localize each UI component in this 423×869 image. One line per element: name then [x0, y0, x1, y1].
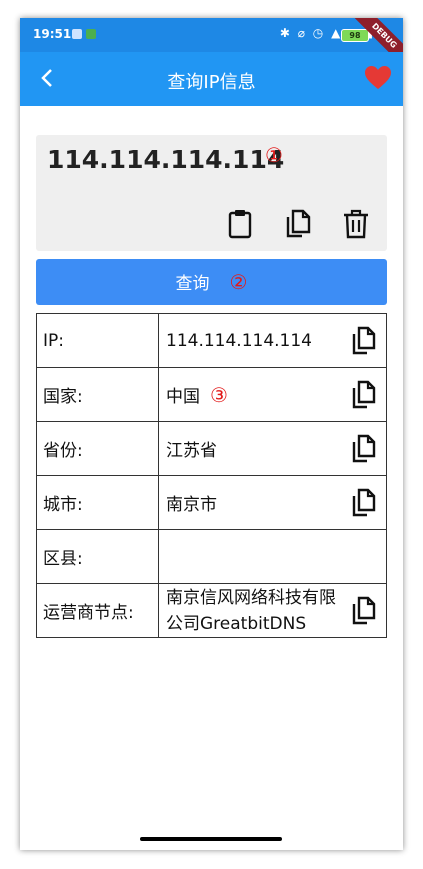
- row-value: 南京信风网络科技有限公司GreatbitDNS: [158, 583, 387, 638]
- row-value: 江苏省: [158, 421, 387, 476]
- annotation-3: ③: [210, 383, 228, 407]
- heart-icon[interactable]: [365, 66, 391, 90]
- trash-icon[interactable]: [339, 207, 373, 241]
- row-value: [158, 529, 387, 584]
- home-indicator[interactable]: [140, 837, 282, 841]
- app-bar: 查询IP信息: [20, 52, 403, 106]
- table-row: 省份: 江苏省: [36, 421, 387, 476]
- page-title: 查询IP信息: [167, 72, 256, 93]
- battery-icon: 98: [341, 29, 369, 42]
- query-button-label: 查询: [175, 274, 210, 294]
- copy-icon[interactable]: [350, 488, 378, 518]
- row-label: IP:: [36, 313, 159, 368]
- row-label: 省份:: [36, 421, 159, 476]
- query-button[interactable]: 查询 ②: [36, 259, 387, 305]
- phone-screen: 19:51 ✱ ⌀ ◷ ▲ ◠ ▮ 98 DEBUG 查询IP信息 114.11…: [20, 18, 403, 850]
- row-value-text: 中国: [166, 387, 200, 407]
- result-table: IP: 114.114.114.114 国家: 中国 ③ 省份: 江苏省 城市: …: [36, 313, 387, 638]
- annotation-2: ②: [229, 270, 248, 294]
- annotation-1: ①: [265, 143, 283, 167]
- row-label: 城市:: [36, 475, 159, 530]
- row-value: 南京市: [158, 475, 387, 530]
- table-row: 国家: 中国 ③: [36, 367, 387, 422]
- status-time: 19:51: [33, 27, 72, 41]
- table-row: 城市: 南京市: [36, 475, 387, 530]
- row-label: 区县:: [36, 529, 159, 584]
- row-value-text: 南京信风网络科技有限公司GreatbitDNS: [166, 587, 336, 634]
- row-value-text: 南京市: [166, 495, 217, 515]
- row-value-text: 江苏省: [166, 441, 217, 461]
- ip-input-value[interactable]: 114.114.114.114: [47, 145, 284, 174]
- copy-icon[interactable]: [281, 207, 315, 241]
- row-value: 114.114.114.114: [158, 313, 387, 368]
- table-row: IP: 114.114.114.114: [36, 313, 387, 368]
- notification-icon: [72, 29, 82, 39]
- row-label: 国家:: [36, 367, 159, 422]
- row-value-text: 114.114.114.114: [166, 330, 313, 351]
- status-bar: 19:51 ✱ ⌀ ◷ ▲ ◠ ▮ 98 DEBUG: [20, 18, 403, 74]
- row-label: 运营商节点:: [36, 583, 159, 638]
- app-notification-icon: [86, 29, 96, 39]
- copy-icon[interactable]: [350, 434, 378, 464]
- input-actions: [223, 207, 373, 241]
- table-row: 区县:: [36, 529, 387, 584]
- copy-icon[interactable]: [350, 380, 378, 410]
- row-value: 中国 ③: [158, 367, 387, 422]
- clipboard-icon[interactable]: [223, 207, 257, 241]
- copy-icon[interactable]: [350, 326, 378, 356]
- ip-input-field[interactable]: 114.114.114.114 ①: [36, 135, 387, 251]
- table-row: 运营商节点: 南京信风网络科技有限公司GreatbitDNS: [36, 583, 387, 638]
- copy-icon[interactable]: [350, 596, 378, 626]
